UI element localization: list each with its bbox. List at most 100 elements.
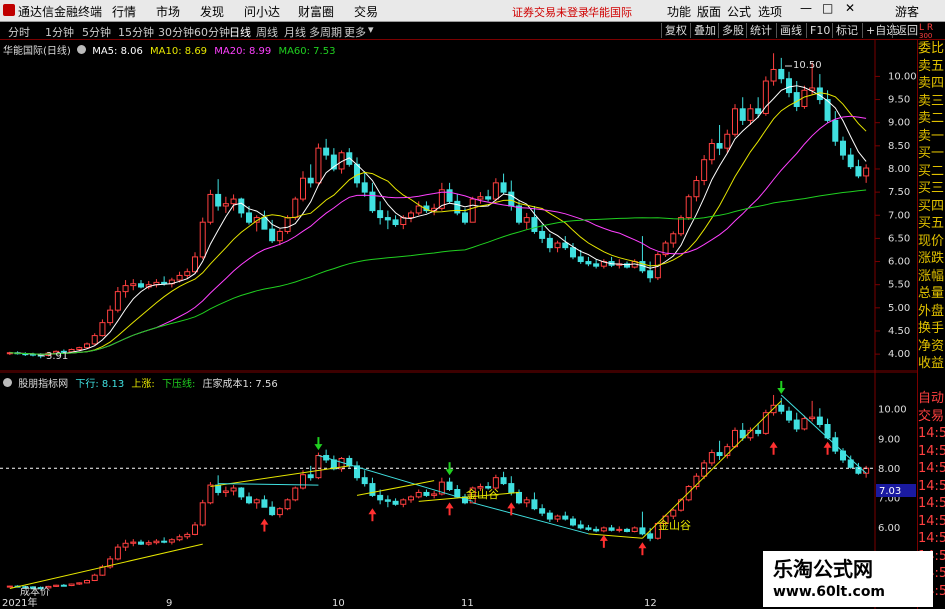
side-label: 买三: [918, 181, 945, 196]
tf-weekly[interactable]: 周线: [256, 24, 278, 40]
broker-status: 证券交易未登录: [512, 6, 589, 19]
date-12: 12: [644, 598, 657, 609]
menu-right-options[interactable]: 选项: [758, 3, 782, 20]
side-label: 换手: [918, 321, 945, 336]
price-tick-label: 8.00: [888, 164, 910, 175]
candle: [762, 76, 769, 116]
tf-daily[interactable]: 日线: [229, 24, 251, 40]
candle: [469, 196, 476, 223]
menu-item-market[interactable]: 市场: [156, 3, 180, 20]
gold-valley-label-1: 金山谷: [466, 487, 499, 501]
side-label: 净资: [918, 338, 945, 354]
window-close-icon[interactable]: ✕: [845, 1, 855, 15]
indicator-candle: [53, 584, 60, 587]
tf-more-chevron-icon[interactable]: ▾: [368, 23, 374, 36]
mark-button[interactable]: 标记: [832, 23, 861, 38]
candle: [685, 194, 692, 220]
menu-item-wealth[interactable]: 财富圈: [298, 3, 334, 20]
app-title: 通达信金融终端: [18, 5, 103, 19]
indicator-tick-label: 9.00: [878, 434, 900, 445]
side-label: 涨跌: [918, 251, 945, 266]
tf-15min[interactable]: 15分钟: [118, 24, 154, 40]
indicator-down-legend: 下行: 8.13: [75, 379, 125, 390]
window-maximize-icon[interactable]: □: [822, 1, 833, 15]
draw-button[interactable]: 画线: [776, 23, 805, 38]
side-label: 涨幅: [918, 268, 945, 284]
high-price-label: 10.50: [793, 60, 822, 71]
indicator-tick-label: 8.00: [878, 464, 900, 475]
indicator-candle: [199, 499, 206, 527]
side-label: 14:56: [918, 478, 945, 494]
candle: [207, 189, 214, 225]
ma10-legend: MA10: 8.69: [150, 46, 208, 57]
price-tick-label: 4.00: [888, 349, 910, 360]
main-candlestick-chart[interactable]: 10.00 9.50 9.00 8.50 8.00 7.50 7.00 6.50 6.00 5.5…: [0, 40, 917, 372]
main-legend: 华能国际(日线) MA5: 8.06 MA10: 8.69 MA20: 8.99…: [3, 42, 335, 57]
overlay-button[interactable]: 叠加: [690, 23, 719, 38]
candle: [677, 215, 685, 237]
date-9: 9: [166, 598, 172, 609]
side-label: 买一: [918, 146, 945, 161]
tf-intraday[interactable]: 分时: [8, 24, 30, 40]
indicator-title: 股朋指标网: [18, 379, 69, 390]
indicator-tick-label: 6.00: [878, 523, 900, 534]
tf-multi[interactable]: 多周期: [309, 24, 342, 40]
legend-toggle-icon[interactable]: [77, 45, 86, 54]
stats-button[interactable]: 统计: [746, 23, 775, 38]
tf-5min[interactable]: 5分钟: [82, 24, 111, 40]
adjust-button[interactable]: 复权: [661, 23, 690, 38]
multi-stock-button[interactable]: 多股: [718, 23, 747, 38]
menu-right-functions[interactable]: 功能: [667, 3, 691, 20]
date-11: 11: [461, 598, 474, 609]
indicator-legend: 股朋指标网 下行: 8.13 上涨: 下压线: 庄家成本1: 7.56: [3, 375, 278, 390]
price-tick-label: 9.00: [888, 118, 910, 129]
f10-button[interactable]: F10: [806, 23, 833, 38]
price-tick-label: 5.00: [888, 303, 910, 314]
side-label: 14:56: [918, 443, 945, 459]
menu-item-trade[interactable]: 交易: [354, 3, 378, 20]
menu-right-formula[interactable]: 公式: [727, 3, 751, 20]
tf-monthly[interactable]: 月线: [284, 24, 306, 40]
guest-label[interactable]: 游客: [895, 3, 919, 20]
indicator-press-legend: 下压线:: [161, 379, 196, 390]
menu-item-ask[interactable]: 问小达: [244, 3, 280, 20]
candle: [199, 217, 206, 260]
price-tick-label: 6.50: [888, 233, 910, 244]
indicator-tick-label: 10.00: [878, 405, 907, 416]
indicator-toggle-icon[interactable]: [3, 378, 12, 387]
menu-bar: 通达信金融终端 行情 市场 发现 问小达 财富圈 交易 证券交易未登录 华能国际…: [0, 0, 945, 22]
tf-60min[interactable]: 60分钟: [194, 24, 230, 40]
watermark-url: www.60lt.com: [773, 584, 886, 600]
window-minimize-icon[interactable]: —: [800, 1, 812, 15]
gold-valley-label-2: 金山谷: [658, 518, 691, 532]
side-label: 委比: [918, 41, 945, 56]
timeframe-toolbar: 分时 1分钟 5分钟 15分钟 30分钟 60分钟 日线 周线 月线 多周期 更…: [0, 22, 945, 40]
menu-right-layout[interactable]: 版面: [697, 3, 721, 20]
tf-30min[interactable]: 30分钟: [158, 24, 194, 40]
price-tick-label: 8.50: [888, 141, 910, 152]
side-label: 14:56: [918, 531, 945, 546]
corner-badge: L R 300: [919, 24, 933, 41]
side-label: 14:56: [918, 461, 945, 476]
watermark-title: 乐淘公式网: [773, 557, 873, 581]
side-label: 卖三: [918, 93, 945, 109]
price-tick-label: 6.00: [888, 257, 910, 268]
side-label: 自动: [918, 391, 945, 406]
tf-more[interactable]: 更多: [344, 24, 366, 40]
candle: [701, 155, 708, 186]
stock-title: 华能国际(日线): [3, 46, 71, 57]
menu-item-quotes[interactable]: 行情: [112, 3, 136, 20]
menu-item-discover[interactable]: 发现: [200, 3, 224, 20]
side-label: 卖二: [918, 111, 945, 126]
tf-1min[interactable]: 1分钟: [45, 24, 74, 40]
side-label: 14:56: [918, 426, 945, 441]
indicator-up-legend: 上涨:: [131, 379, 155, 390]
back-button[interactable]: 返回: [892, 23, 921, 38]
broker-stock-name: 华能国际: [588, 6, 632, 19]
side-label: 买四: [918, 198, 945, 214]
indicator-candle: [762, 409, 769, 435]
side-label: 现价: [918, 233, 945, 249]
indicator-candle: [76, 582, 83, 585]
indicator-candle: [91, 573, 98, 582]
side-label: 外盘: [918, 303, 945, 319]
